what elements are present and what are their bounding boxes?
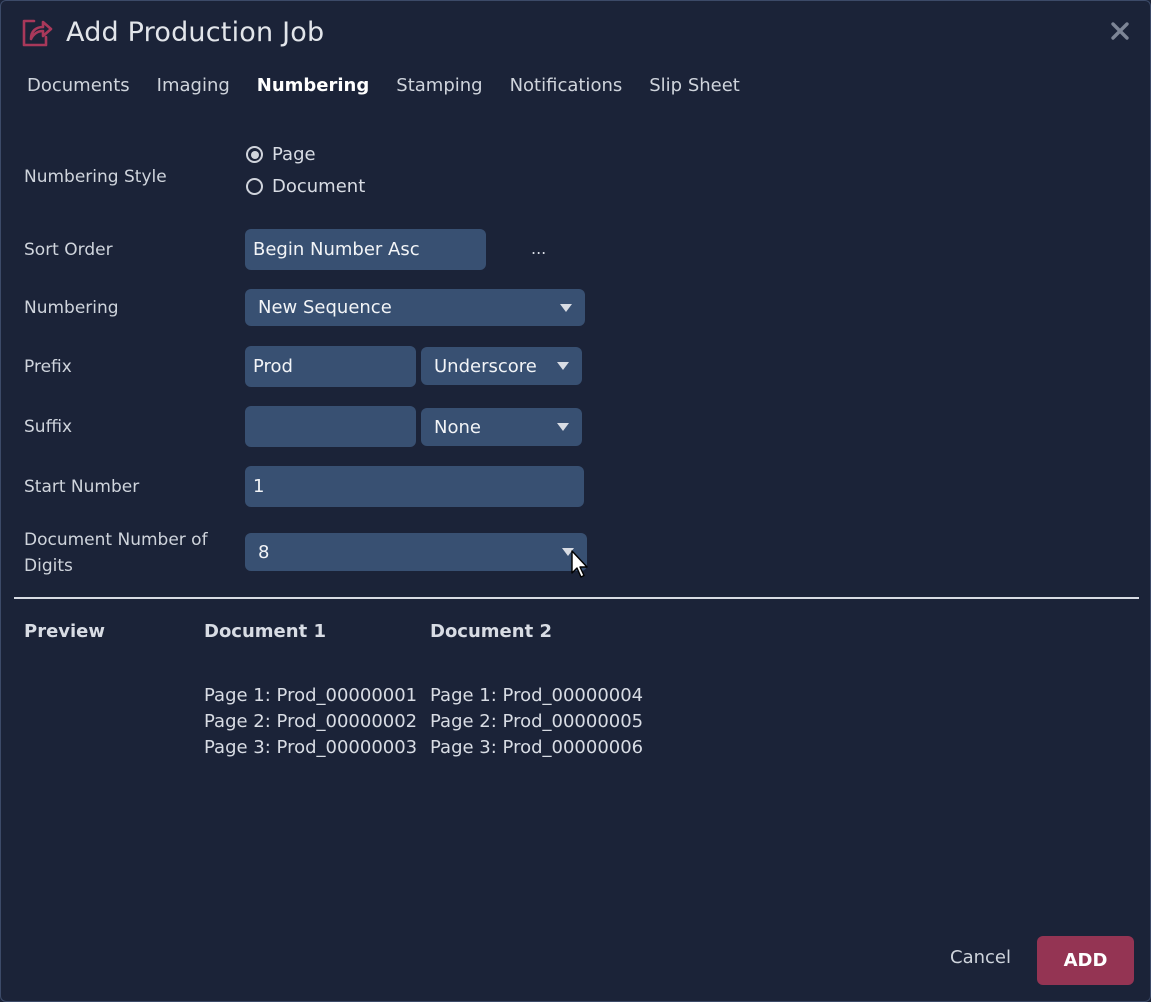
suffix-separator-value: None [434, 416, 481, 438]
radio-document-button[interactable] [246, 178, 263, 195]
chevron-down-icon [560, 303, 572, 312]
radio-document[interactable]: Document [246, 176, 365, 197]
add-production-job-dialog: Add Production Job Documents Imaging Num… [0, 0, 1151, 1002]
tab-stamping[interactable]: Stamping [396, 75, 482, 96]
dialog-title: Add Production Job [66, 16, 325, 48]
prefix-input[interactable]: Prod [245, 346, 416, 387]
close-button[interactable] [1108, 19, 1132, 43]
digits-value: 8 [258, 541, 270, 563]
radio-page-button[interactable] [246, 146, 263, 163]
close-icon [1111, 22, 1129, 40]
start-number-input[interactable]: 1 [245, 466, 584, 507]
preview-document-1-title: Document 1 [204, 621, 326, 642]
preview-label: Preview [24, 621, 106, 642]
start-number-label: Start Number [24, 477, 140, 497]
section-divider [14, 597, 1139, 599]
tab-documents[interactable]: Documents [27, 75, 130, 96]
suffix-input[interactable] [245, 406, 416, 447]
prefix-separator-value: Underscore [434, 355, 537, 377]
preview-page-line: Page 1: Prod_00000004 [430, 685, 644, 706]
numbering-select[interactable]: New Sequence [245, 289, 585, 326]
start-number-value: 1 [253, 476, 265, 497]
chevron-down-icon [557, 423, 569, 431]
preview-document-2-pages: Page 1: Prod_00000004 Page 2: Prod_00000… [430, 683, 643, 761]
tab-imaging[interactable]: Imaging [157, 75, 230, 96]
sort-order-field[interactable]: Begin Number Asc [245, 229, 486, 270]
tab-notifications[interactable]: Notifications [510, 75, 623, 96]
mouse-cursor-icon [571, 550, 588, 578]
add-button-label: ADD [1063, 950, 1108, 971]
chevron-down-icon [557, 362, 569, 370]
prefix-value: Prod [253, 356, 293, 377]
dialog-header: Add Production Job [20, 15, 324, 49]
tab-bar: Documents Imaging Numbering Stamping Not… [27, 75, 767, 96]
sort-order-more-button[interactable]: ... [531, 239, 546, 258]
preview-page-line: Page 1: Prod_00000001 [204, 685, 418, 706]
radio-page-label: Page [272, 144, 316, 165]
preview-page-line: Page 3: Prod_00000003 [204, 737, 418, 758]
preview-page-line: Page 2: Prod_00000002 [204, 711, 418, 732]
radio-document-label: Document [272, 176, 366, 197]
tab-numbering[interactable]: Numbering [257, 75, 369, 96]
prefix-separator-select[interactable]: Underscore [421, 347, 582, 385]
numbering-style-label: Numbering Style [24, 167, 167, 187]
preview-document-2-title: Document 2 [430, 621, 552, 642]
prefix-label: Prefix [24, 357, 72, 377]
numbering-label: Numbering [24, 298, 119, 318]
share-export-icon [20, 15, 54, 49]
cancel-button[interactable]: Cancel [950, 947, 1011, 968]
suffix-label: Suffix [24, 417, 73, 437]
sort-order-label: Sort Order [24, 240, 113, 260]
preview-document-1-pages: Page 1: Prod_00000001 Page 2: Prod_00000… [204, 683, 417, 761]
suffix-separator-select[interactable]: None [421, 408, 582, 446]
preview-page-line: Page 3: Prod_00000006 [430, 737, 644, 758]
radio-page[interactable]: Page [246, 144, 316, 165]
preview-page-line: Page 2: Prod_00000005 [430, 711, 644, 732]
tab-slip-sheet[interactable]: Slip Sheet [649, 75, 740, 96]
add-button[interactable]: ADD [1037, 936, 1134, 985]
numbering-value: New Sequence [258, 297, 392, 318]
digits-select[interactable]: 8 [245, 533, 587, 571]
digits-label: Document Number of Digits [24, 530, 208, 576]
sort-order-value: Begin Number Asc [253, 239, 420, 260]
